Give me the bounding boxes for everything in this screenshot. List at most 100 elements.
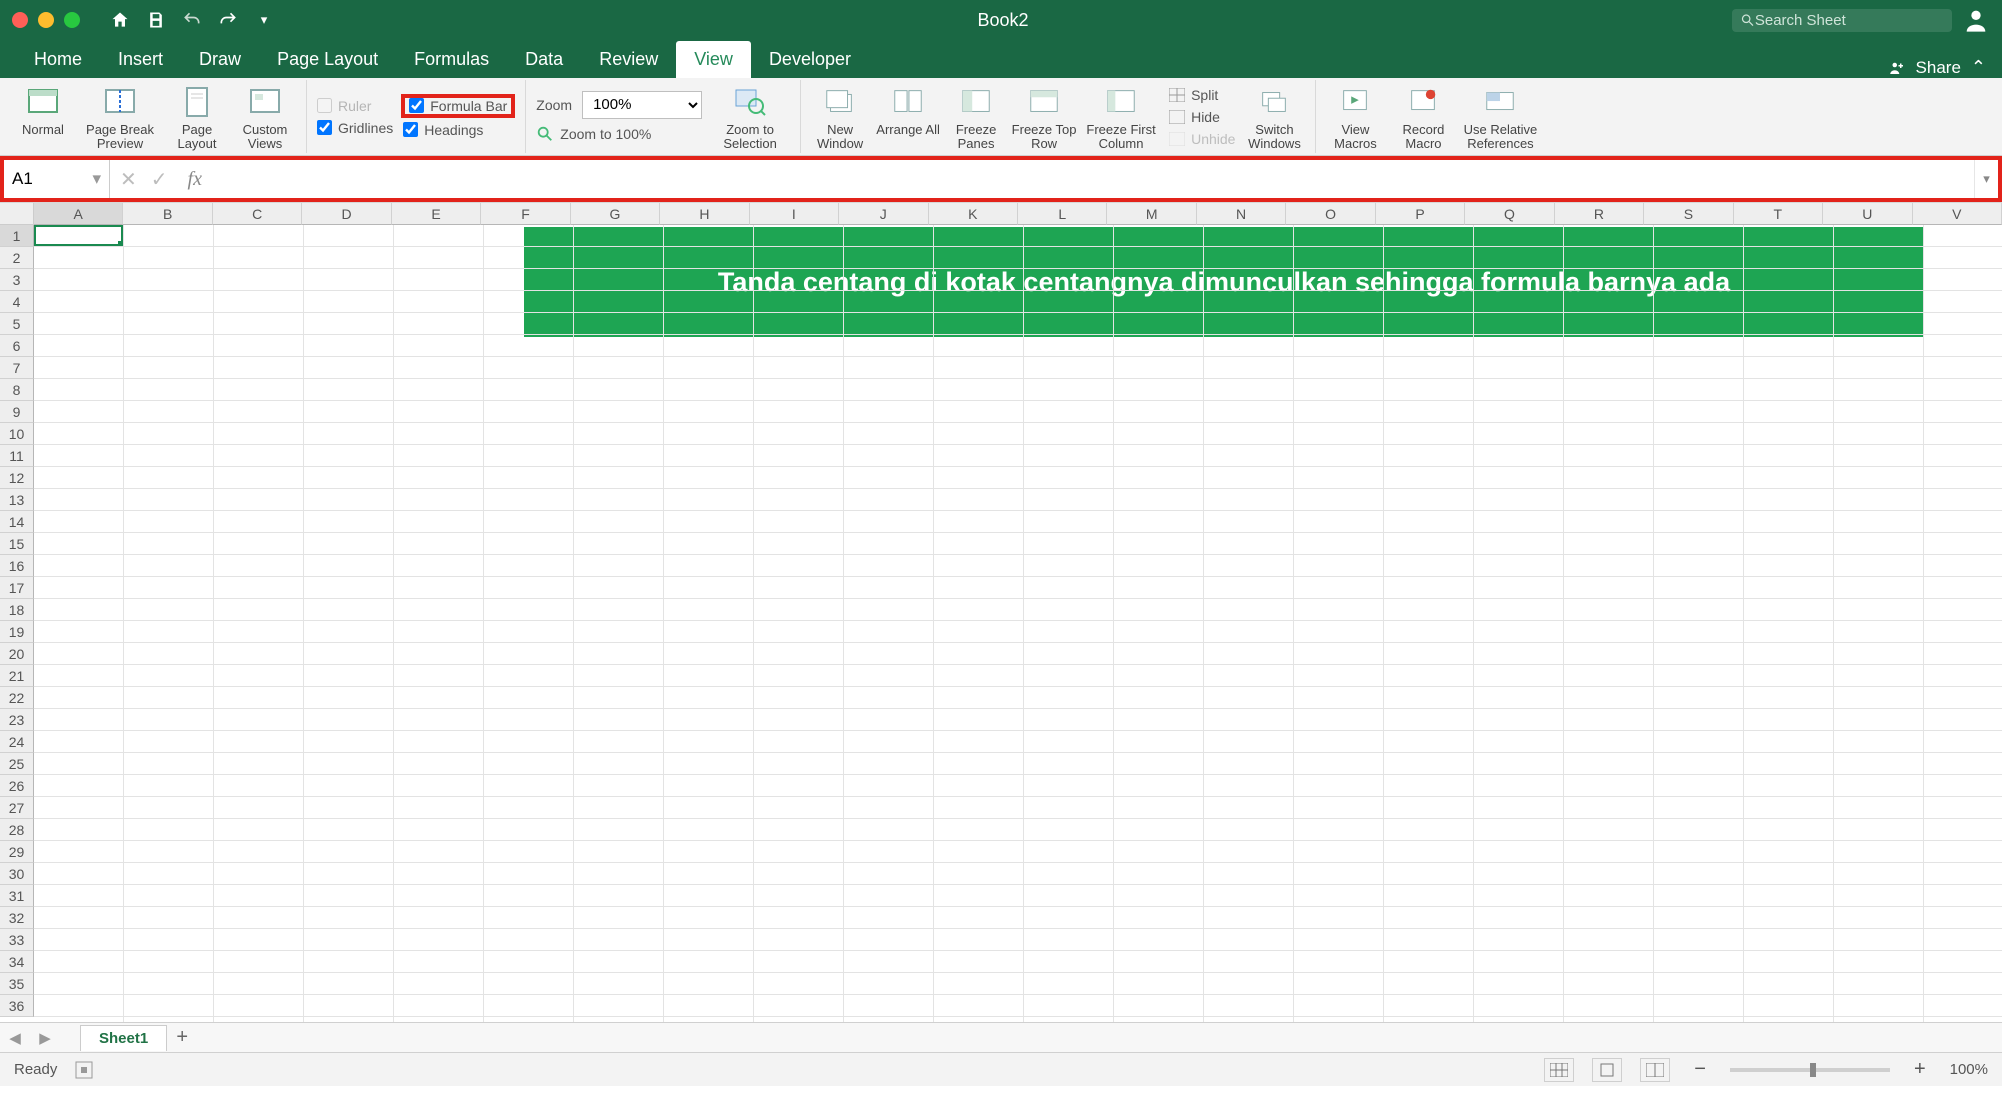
- row-header[interactable]: 21: [0, 665, 34, 687]
- new-window-button[interactable]: New Window: [807, 80, 873, 154]
- close-window-button[interactable]: [12, 12, 28, 28]
- column-header[interactable]: N: [1197, 203, 1286, 225]
- sheet-tab[interactable]: Sheet1: [80, 1025, 167, 1051]
- column-header[interactable]: D: [302, 203, 391, 225]
- redo-icon[interactable]: [218, 10, 238, 30]
- cancel-icon[interactable]: ✕: [120, 167, 137, 192]
- column-header[interactable]: P: [1376, 203, 1465, 225]
- row-header[interactable]: 25: [0, 753, 34, 775]
- column-header[interactable]: O: [1286, 203, 1375, 225]
- row-headers[interactable]: 1234567891011121314151617181920212223242…: [0, 225, 34, 1017]
- zoom-to-selection-button[interactable]: Zoom to Selection: [708, 80, 792, 154]
- cells-area[interactable]: Tanda centang di kotak centangnya dimunc…: [34, 225, 2002, 1022]
- row-header[interactable]: 10: [0, 423, 34, 445]
- formula-bar-checkbox[interactable]: Formula Bar: [403, 96, 513, 116]
- zoom-percent[interactable]: 100%: [1950, 1061, 1988, 1078]
- formula-input[interactable]: [212, 160, 1974, 198]
- enter-icon[interactable]: ✓: [151, 167, 168, 192]
- search-input[interactable]: [1755, 12, 1944, 29]
- hide-button[interactable]: Hide: [1169, 109, 1235, 125]
- column-header[interactable]: E: [392, 203, 481, 225]
- collapse-ribbon-icon[interactable]: ⌃: [1971, 57, 1986, 78]
- tab-review[interactable]: Review: [581, 41, 676, 78]
- zoom-select[interactable]: 100%: [582, 91, 702, 119]
- zoom-in-button[interactable]: +: [1908, 1058, 1932, 1081]
- worksheet-grid[interactable]: ABCDEFGHIJKLMNOPQRSTUV 12345678910111213…: [0, 202, 2002, 1022]
- column-header[interactable]: Q: [1465, 203, 1554, 225]
- column-header[interactable]: A: [34, 203, 123, 225]
- name-box[interactable]: A1▾: [4, 160, 110, 198]
- tab-home[interactable]: Home: [16, 41, 100, 78]
- row-header[interactable]: 17: [0, 577, 34, 599]
- headings-checkbox[interactable]: Headings: [403, 122, 513, 138]
- normal-view-button[interactable]: Normal: [10, 80, 76, 154]
- split-button[interactable]: Split: [1169, 87, 1235, 103]
- column-header[interactable]: M: [1107, 203, 1196, 225]
- tab-view[interactable]: View: [676, 41, 751, 78]
- page-break-preview-button[interactable]: Page Break Preview: [78, 80, 162, 154]
- column-header[interactable]: V: [1913, 203, 2002, 225]
- account-icon[interactable]: [1962, 6, 1990, 34]
- column-header[interactable]: K: [929, 203, 1018, 225]
- view-macros-button[interactable]: View Macros: [1322, 80, 1388, 154]
- column-header[interactable]: S: [1644, 203, 1733, 225]
- row-header[interactable]: 2: [0, 247, 34, 269]
- tab-data[interactable]: Data: [507, 41, 581, 78]
- normal-view-status-button[interactable]: [1544, 1058, 1574, 1082]
- share-button[interactable]: Share: [1916, 58, 1961, 78]
- row-header[interactable]: 12: [0, 467, 34, 489]
- column-header[interactable]: I: [750, 203, 839, 225]
- column-header[interactable]: U: [1823, 203, 1912, 225]
- fx-icon[interactable]: fx: [188, 168, 202, 191]
- use-relative-references-button[interactable]: Use Relative References: [1458, 80, 1542, 154]
- tab-formulas[interactable]: Formulas: [396, 41, 507, 78]
- arrange-all-button[interactable]: Arrange All: [875, 80, 941, 154]
- freeze-first-column-button[interactable]: Freeze First Column: [1079, 80, 1163, 154]
- row-header[interactable]: 18: [0, 599, 34, 621]
- tab-developer[interactable]: Developer: [751, 41, 869, 78]
- row-header[interactable]: 16: [0, 555, 34, 577]
- tab-page-layout[interactable]: Page Layout: [259, 41, 396, 78]
- row-header[interactable]: 34: [0, 951, 34, 973]
- row-header[interactable]: 5: [0, 313, 34, 335]
- row-header[interactable]: 28: [0, 819, 34, 841]
- column-header[interactable]: T: [1734, 203, 1823, 225]
- select-all-corner[interactable]: [0, 203, 34, 225]
- next-sheet-button[interactable]: ▶: [30, 1029, 60, 1047]
- page-break-status-button[interactable]: [1640, 1058, 1670, 1082]
- row-header[interactable]: 1: [0, 225, 34, 247]
- row-header[interactable]: 6: [0, 335, 34, 357]
- row-header[interactable]: 9: [0, 401, 34, 423]
- column-header[interactable]: B: [123, 203, 212, 225]
- expand-formula-bar-icon[interactable]: ▾: [1974, 160, 1998, 198]
- add-sheet-button[interactable]: +: [167, 1026, 197, 1049]
- row-header[interactable]: 3: [0, 269, 34, 291]
- undo-icon[interactable]: [182, 10, 202, 30]
- minimize-window-button[interactable]: [38, 12, 54, 28]
- tab-insert[interactable]: Insert: [100, 41, 181, 78]
- row-header[interactable]: 13: [0, 489, 34, 511]
- macro-record-status-icon[interactable]: [75, 1061, 93, 1079]
- row-header[interactable]: 11: [0, 445, 34, 467]
- row-header[interactable]: 27: [0, 797, 34, 819]
- row-header[interactable]: 30: [0, 863, 34, 885]
- custom-views-button[interactable]: Custom Views: [232, 80, 298, 154]
- zoom-slider[interactable]: [1730, 1068, 1890, 1072]
- tab-draw[interactable]: Draw: [181, 41, 259, 78]
- column-header[interactable]: H: [660, 203, 749, 225]
- row-header[interactable]: 8: [0, 379, 34, 401]
- column-header[interactable]: J: [839, 203, 928, 225]
- column-header[interactable]: L: [1018, 203, 1107, 225]
- home-icon[interactable]: [110, 10, 130, 30]
- row-header[interactable]: 22: [0, 687, 34, 709]
- row-header[interactable]: 29: [0, 841, 34, 863]
- row-header[interactable]: 4: [0, 291, 34, 313]
- search-sheet-box[interactable]: [1732, 9, 1952, 32]
- column-header[interactable]: G: [571, 203, 660, 225]
- save-icon[interactable]: [146, 10, 166, 30]
- row-header[interactable]: 36: [0, 995, 34, 1017]
- row-header[interactable]: 24: [0, 731, 34, 753]
- column-header[interactable]: F: [481, 203, 570, 225]
- page-layout-status-button[interactable]: [1592, 1058, 1622, 1082]
- row-header[interactable]: 15: [0, 533, 34, 555]
